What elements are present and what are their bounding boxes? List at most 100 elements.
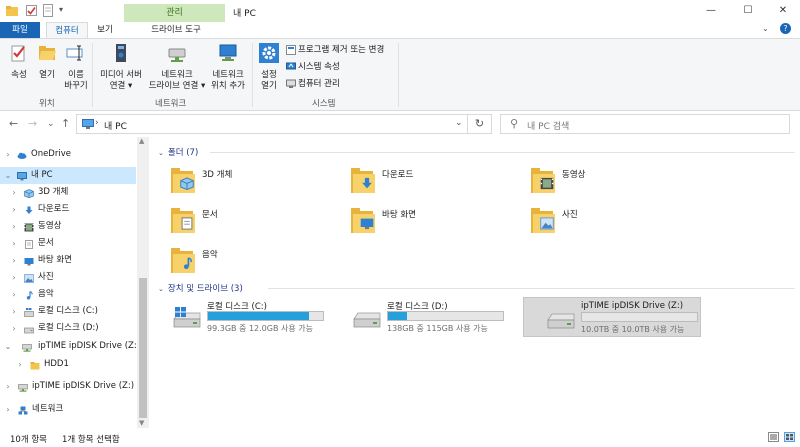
- expand-chevron-icon[interactable]: ›: [10, 252, 18, 269]
- minimize-button[interactable]: —: [696, 2, 726, 20]
- nav-item-label: OneDrive: [31, 149, 71, 159]
- nav-scrollbar[interactable]: ▲ ▼: [137, 137, 149, 428]
- drive-tile[interactable]: ipTIME ipDISK Drive (Z:) 10.0TB 중 10.0TB …: [523, 297, 701, 337]
- expand-chevron-icon[interactable]: ⌄: [4, 338, 12, 355]
- map-network-drive-button[interactable]: 네트워크 드라이브 연결 ▾: [148, 43, 206, 92]
- folders-section-header[interactable]: ⌄ 폴더 (7): [158, 146, 198, 158]
- address-dropdown-icon[interactable]: ⌄: [455, 118, 463, 128]
- video-icon: [540, 177, 554, 190]
- nav-item[interactable]: › HDD1: [0, 356, 136, 373]
- context-tab-manage[interactable]: 관리: [124, 4, 225, 22]
- drives-section-header[interactable]: ⌄ 장치 및 드라이브 (3): [158, 282, 243, 294]
- scroll-down-icon[interactable]: ▼: [139, 419, 144, 427]
- expand-chevron-icon[interactable]: ›: [10, 235, 18, 252]
- nav-item[interactable]: ⌄ ipTIME ipDISK Drive (Z:): [0, 338, 140, 355]
- expand-chevron-icon[interactable]: ›: [10, 286, 18, 303]
- folder-tile[interactable]: 동영상: [510, 163, 680, 199]
- expand-chevron-icon[interactable]: ›: [10, 269, 18, 286]
- address-bar[interactable]: › 내 PC ⌄: [76, 114, 468, 134]
- system-properties-item[interactable]: 시스템 속성: [286, 61, 340, 74]
- tab-drive-tools[interactable]: 드라이브 도구: [126, 22, 226, 38]
- tab-view[interactable]: 보기: [90, 22, 120, 38]
- tiles-view-button[interactable]: [784, 432, 795, 442]
- expand-chevron-icon[interactable]: ›: [10, 201, 18, 218]
- folder-tile[interactable]: 3D 개체: [150, 163, 320, 199]
- rename-button[interactable]: 이름 바꾸기: [62, 43, 90, 92]
- expand-chevron-icon[interactable]: ›: [10, 320, 18, 337]
- refresh-button[interactable]: ↻: [468, 114, 492, 134]
- expand-chevron-icon[interactable]: ›: [4, 378, 12, 395]
- checkmark-icon[interactable]: [26, 5, 37, 16]
- drive-usage-bar: [581, 312, 698, 322]
- quick-access-dropdown-icon[interactable]: ▾: [59, 5, 63, 14]
- forward-button[interactable]: →: [28, 117, 37, 130]
- music-icon: [183, 257, 193, 270]
- uninstall-program-item[interactable]: 프로그램 제거 또는 변경: [286, 44, 384, 57]
- expand-chevron-icon[interactable]: ›: [10, 218, 18, 235]
- drive-space-info: 99.3GB 중 12.0GB 사용 가능: [207, 324, 313, 333]
- nav-item[interactable]: › 3D 개체: [0, 184, 136, 201]
- expand-chevron-icon[interactable]: ›: [10, 303, 18, 320]
- details-view-button[interactable]: [768, 432, 779, 442]
- nav-item[interactable]: › 다운로드: [0, 201, 136, 218]
- properties-button[interactable]: 속성: [6, 43, 32, 81]
- expand-chevron-icon[interactable]: ›: [10, 184, 18, 201]
- nav-item[interactable]: › 문서: [0, 235, 136, 252]
- nav-item[interactable]: › ipTIME ipDISK Drive (Z:): [0, 378, 136, 395]
- media-server-button[interactable]: 미디어 서버 연결 ▾: [95, 43, 147, 92]
- scroll-up-icon[interactable]: ▲: [139, 137, 144, 145]
- add-network-location-button[interactable]: 네트워크 위치 추가: [207, 43, 249, 92]
- help-icon[interactable]: ?: [780, 23, 791, 34]
- folder-label: 음악: [202, 250, 218, 260]
- nav-icon-wrapper: [24, 188, 34, 199]
- new-folder-icon[interactable]: [43, 4, 53, 17]
- nav-icon-wrapper: [18, 382, 28, 392]
- nav-item[interactable]: ⌄ 내 PC: [0, 167, 136, 184]
- program-icon: [286, 44, 296, 55]
- folder-tile[interactable]: 다운로드: [330, 163, 500, 199]
- folder-tile[interactable]: 바탕 화면: [330, 203, 500, 239]
- pictures-icon: [540, 217, 554, 230]
- document-icon: [25, 240, 33, 249]
- close-button[interactable]: ✕: [768, 2, 798, 20]
- folder-tile[interactable]: 사진: [510, 203, 680, 239]
- video-icon: [24, 223, 34, 232]
- drive-tile[interactable]: 로컬 디스크 (D:) 138GB 중 115GB 사용 가능: [330, 297, 508, 337]
- expand-chevron-icon[interactable]: ›: [4, 401, 12, 418]
- drive-tile[interactable]: 로컬 디스크 (C:) 99.3GB 중 12.0GB 사용 가능: [150, 297, 328, 337]
- cube-icon: [180, 177, 194, 190]
- nav-item[interactable]: › 동영상: [0, 218, 136, 235]
- scroll-thumb[interactable]: [139, 278, 147, 418]
- expand-chevron-icon[interactable]: ⌄: [4, 167, 12, 184]
- rename-label-2: 바꾸기: [64, 81, 88, 91]
- open-button[interactable]: 열기: [34, 43, 60, 81]
- tab-computer[interactable]: 컴퓨터: [46, 22, 88, 38]
- expand-chevron-icon[interactable]: ›: [16, 356, 24, 373]
- collapse-chevron-icon: ⌄: [158, 285, 164, 293]
- group-label-system: 시스템: [312, 99, 336, 109]
- nav-item[interactable]: › 로컬 디스크 (C:): [0, 303, 136, 320]
- expand-chevron-icon[interactable]: ›: [4, 146, 12, 163]
- search-input[interactable]: ⚲ 내 PC 검색: [500, 114, 790, 134]
- folder-tile[interactable]: 음악: [150, 243, 320, 279]
- nav-item[interactable]: › 음악: [0, 286, 136, 303]
- open-settings-button[interactable]: 설정 열기: [255, 43, 283, 92]
- tab-file[interactable]: 파일: [0, 22, 40, 38]
- drive-space-info: 138GB 중 115GB 사용 가능: [387, 324, 488, 333]
- properties-label: 속성: [11, 70, 27, 80]
- nav-item[interactable]: › 사진: [0, 269, 136, 286]
- nav-item[interactable]: › 네트워크: [0, 401, 136, 418]
- network-drive-icon: [22, 344, 32, 352]
- nav-item[interactable]: › 바탕 화면: [0, 252, 136, 269]
- recent-locations-dropdown[interactable]: ⌄: [47, 119, 55, 129]
- nav-item[interactable]: › OneDrive: [0, 146, 136, 163]
- open-label: 열기: [39, 70, 55, 80]
- maximize-button[interactable]: ☐: [733, 2, 763, 20]
- folder-tile[interactable]: 문서: [150, 203, 320, 239]
- ribbon-collapse-icon[interactable]: ⌄: [762, 24, 769, 33]
- nav-item[interactable]: › 로컬 디스크 (D:): [0, 320, 136, 337]
- back-button[interactable]: ←: [9, 117, 18, 130]
- computer-management-item[interactable]: 컴퓨터 관리: [286, 78, 340, 91]
- drive-windows-icon: [24, 308, 34, 317]
- up-button[interactable]: ↑: [61, 117, 70, 130]
